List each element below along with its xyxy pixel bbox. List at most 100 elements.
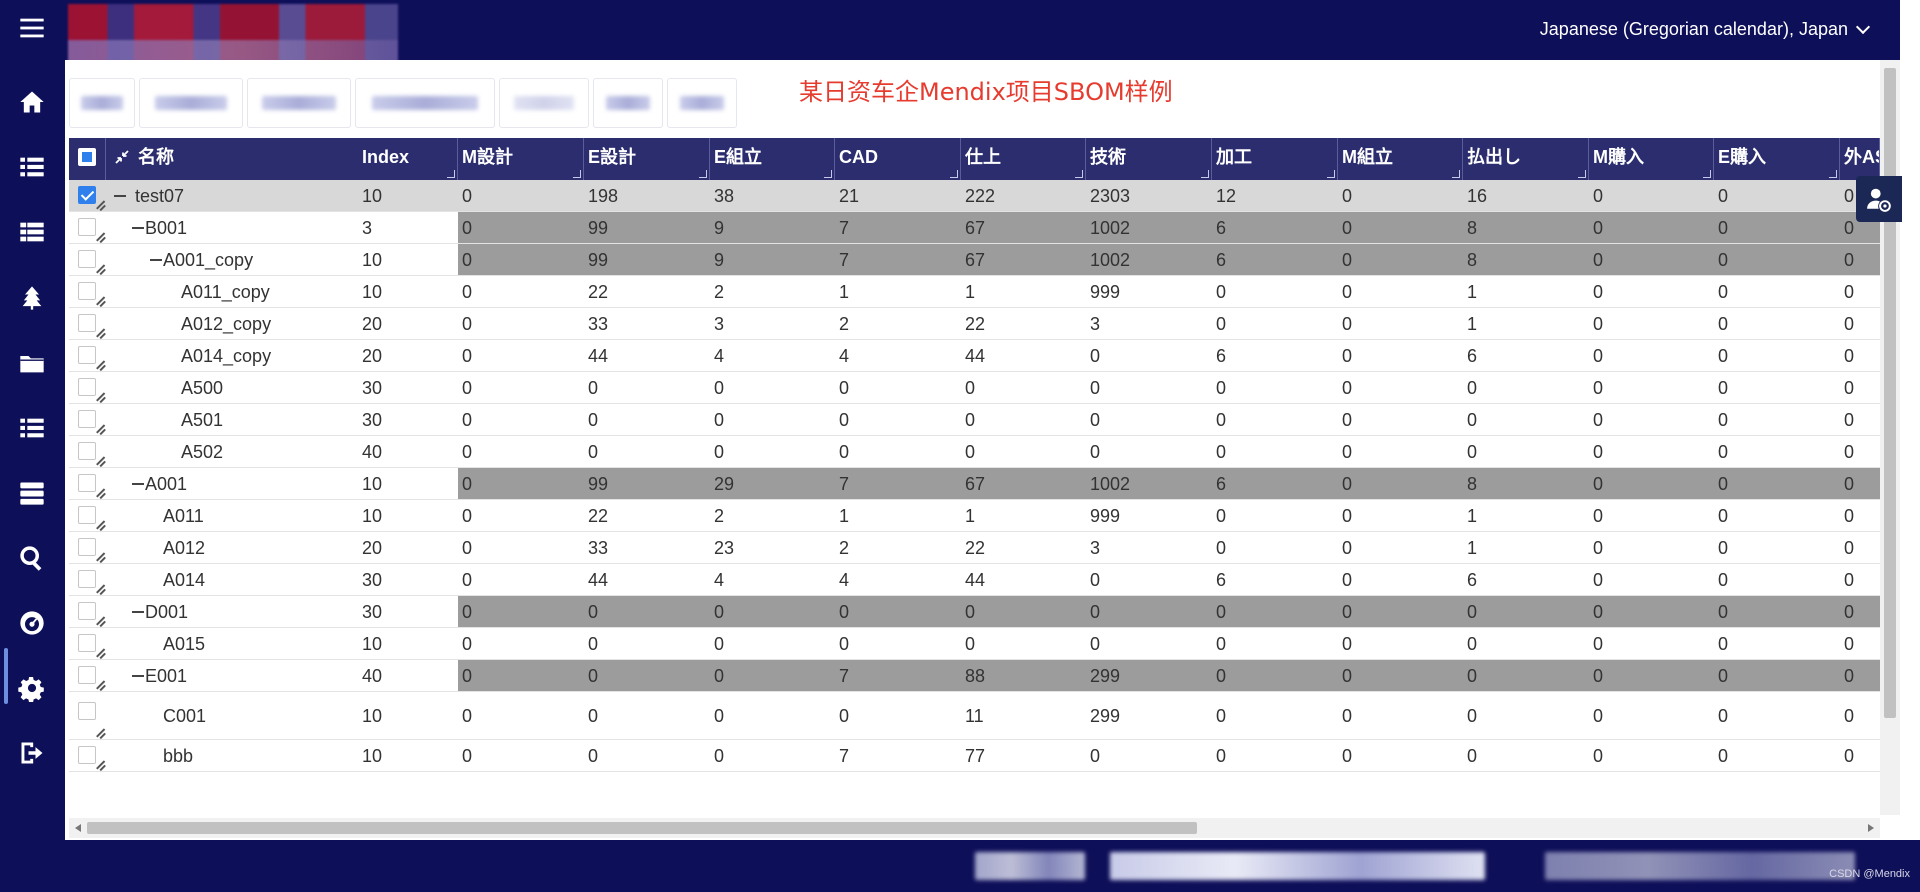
table-row[interactable]: test07 10 0 198 38 21 222 2303 12 0 16 0 0 0 (69, 180, 1880, 212)
folder-icon[interactable] (16, 347, 48, 379)
row-checkbox[interactable] (78, 314, 96, 332)
column-header-tech[interactable]: 技術 (1086, 138, 1212, 180)
table-icon[interactable] (16, 216, 48, 248)
row-checkbox[interactable] (78, 746, 96, 764)
column-header-m-assembly[interactable]: M組立 (1338, 138, 1463, 180)
row-resize-handle-icon[interactable] (95, 552, 105, 562)
table-row[interactable]: A011 10 0 22 2 1 1 999 0 0 1 0 0 0 (69, 500, 1880, 532)
table-row[interactable]: B001 3 0 99 9 7 67 1002 6 0 8 0 0 0 (69, 212, 1880, 244)
row-resize-handle-icon[interactable] (95, 488, 105, 498)
column-header-index[interactable]: Index (358, 138, 458, 180)
row-resize-handle-icon[interactable] (95, 616, 105, 626)
row-checkbox[interactable] (78, 702, 96, 720)
row-resize-handle-icon[interactable] (95, 584, 105, 594)
table-row[interactable]: A001_copy 10 0 99 9 7 67 1002 6 0 8 0 0 0 (69, 244, 1880, 276)
toolbar-button-1[interactable] (69, 78, 135, 128)
table-row[interactable]: C001 10 0 0 0 0 11 299 0 0 0 0 0 0 (69, 692, 1880, 740)
row-resize-handle-icon[interactable] (95, 424, 105, 434)
table-row[interactable]: A014_copy 20 0 44 4 4 44 0 6 0 6 0 0 0 (69, 340, 1880, 372)
logout-icon[interactable] (16, 737, 48, 769)
row-resize-handle-icon[interactable] (95, 520, 105, 530)
row-checkbox[interactable] (78, 506, 96, 524)
row-resize-handle-icon[interactable] (95, 232, 105, 242)
server-icon[interactable] (16, 477, 48, 509)
scroll-right-arrow[interactable] (1868, 824, 1874, 832)
row-resize-handle-icon[interactable] (95, 760, 105, 770)
row-checkbox[interactable] (78, 378, 96, 396)
table-row[interactable]: E001 40 0 0 0 7 88 299 0 0 0 0 0 0 (69, 660, 1880, 692)
table-row[interactable]: A500 30 0 0 0 0 0 0 0 0 0 0 0 0 (69, 372, 1880, 404)
table-cell: 0 (1844, 633, 1855, 654)
gear-icon[interactable] (16, 672, 48, 704)
column-header-m-design[interactable]: M設計 (458, 138, 584, 180)
toolbar-button-7[interactable] (667, 78, 737, 128)
list-alt-icon[interactable] (16, 412, 48, 444)
scroll-left-arrow[interactable] (75, 824, 81, 832)
vertical-scrollbar[interactable] (1880, 60, 1900, 815)
column-header-ext-assy[interactable]: 外ASSY (1840, 138, 1880, 180)
horizontal-scrollbar[interactable] (69, 818, 1880, 838)
dashboard-icon[interactable] (16, 607, 48, 639)
row-checkbox[interactable] (78, 666, 96, 684)
row-resize-handle-icon[interactable] (95, 200, 105, 210)
row-resize-handle-icon[interactable] (95, 360, 105, 370)
table-row[interactable]: bbb 10 0 0 0 7 77 0 0 0 0 0 0 0 (69, 740, 1880, 772)
toolbar-button-4[interactable] (355, 78, 495, 128)
row-checkbox[interactable] (78, 538, 96, 556)
select-all-checkbox[interactable] (78, 148, 96, 166)
row-resize-handle-icon[interactable] (95, 392, 105, 402)
column-header-e-purchase[interactable]: E購入 (1714, 138, 1840, 180)
column-header-finish[interactable]: 仕上 (961, 138, 1086, 180)
table-row[interactable]: A015 10 0 0 0 0 0 0 0 0 0 0 0 0 (69, 628, 1880, 660)
collapse-arrows-icon[interactable] (114, 149, 130, 165)
column-header-e-assembly[interactable]: E組立 (710, 138, 835, 180)
row-checkbox[interactable] (78, 634, 96, 652)
row-resize-handle-icon[interactable] (95, 728, 105, 738)
toolbar-button-5[interactable] (499, 78, 589, 128)
row-checkbox[interactable] (78, 602, 96, 620)
table-row[interactable]: A012_copy 20 0 33 3 2 22 3 0 0 1 0 0 0 (69, 308, 1880, 340)
vertical-scroll-thumb[interactable] (1884, 68, 1896, 718)
table-row[interactable]: A001 10 0 99 29 7 67 1002 6 0 8 0 0 0 (69, 468, 1880, 500)
home-icon[interactable] (16, 86, 48, 118)
table-row[interactable]: A014 30 0 44 4 4 44 0 6 0 6 0 0 0 (69, 564, 1880, 596)
list-icon[interactable] (16, 151, 48, 183)
row-checkbox[interactable] (78, 250, 96, 268)
row-checkbox[interactable] (78, 474, 96, 492)
row-resize-handle-icon[interactable] (95, 264, 105, 274)
row-resize-handle-icon[interactable] (95, 456, 105, 466)
row-checkbox[interactable] (78, 282, 96, 300)
collapse-toggle-icon[interactable] (113, 189, 127, 203)
tree-icon[interactable] (16, 282, 48, 314)
row-checkbox[interactable] (78, 410, 96, 428)
row-resize-handle-icon[interactable] (95, 328, 105, 338)
column-header-e-design[interactable]: E設計 (584, 138, 710, 180)
column-header-dispatch[interactable]: 払出し (1463, 138, 1589, 180)
row-checkbox[interactable] (78, 186, 96, 204)
locale-selector[interactable]: Japanese (Gregorian calendar), Japan (1540, 19, 1871, 40)
toolbar-button-2[interactable] (139, 78, 243, 128)
table-row[interactable]: A502 40 0 0 0 0 0 0 0 0 0 0 0 0 (69, 436, 1880, 468)
menu-icon[interactable] (16, 12, 48, 44)
toolbar-button-3[interactable] (247, 78, 351, 128)
row-resize-handle-icon[interactable] (95, 648, 105, 658)
row-checkbox[interactable] (78, 346, 96, 364)
table-row[interactable]: D001 30 0 0 0 0 0 0 0 0 0 0 0 0 (69, 596, 1880, 628)
row-resize-handle-icon[interactable] (95, 680, 105, 690)
table-row[interactable]: A012 20 0 33 23 2 22 3 0 0 1 0 0 0 (69, 532, 1880, 564)
horizontal-scroll-thumb[interactable] (87, 822, 1197, 834)
user-settings-button[interactable] (1856, 176, 1902, 222)
toolbar-button-6[interactable] (593, 78, 663, 128)
column-header-cad[interactable]: CAD (835, 138, 961, 180)
column-header-m-purchase[interactable]: M購入 (1589, 138, 1714, 180)
table-cell: 0 (1718, 745, 1729, 766)
row-checkbox[interactable] (78, 442, 96, 460)
table-row[interactable]: A501 30 0 0 0 0 0 0 0 0 0 0 0 0 (69, 404, 1880, 436)
row-resize-handle-icon[interactable] (95, 296, 105, 306)
table-cell: 0 (839, 377, 850, 398)
search-icon[interactable] (16, 542, 48, 574)
column-header-processing[interactable]: 加工 (1212, 138, 1338, 180)
row-checkbox[interactable] (78, 218, 96, 236)
row-checkbox[interactable] (78, 570, 96, 588)
table-row[interactable]: A011_copy 10 0 22 2 1 1 999 0 0 1 0 0 0 (69, 276, 1880, 308)
